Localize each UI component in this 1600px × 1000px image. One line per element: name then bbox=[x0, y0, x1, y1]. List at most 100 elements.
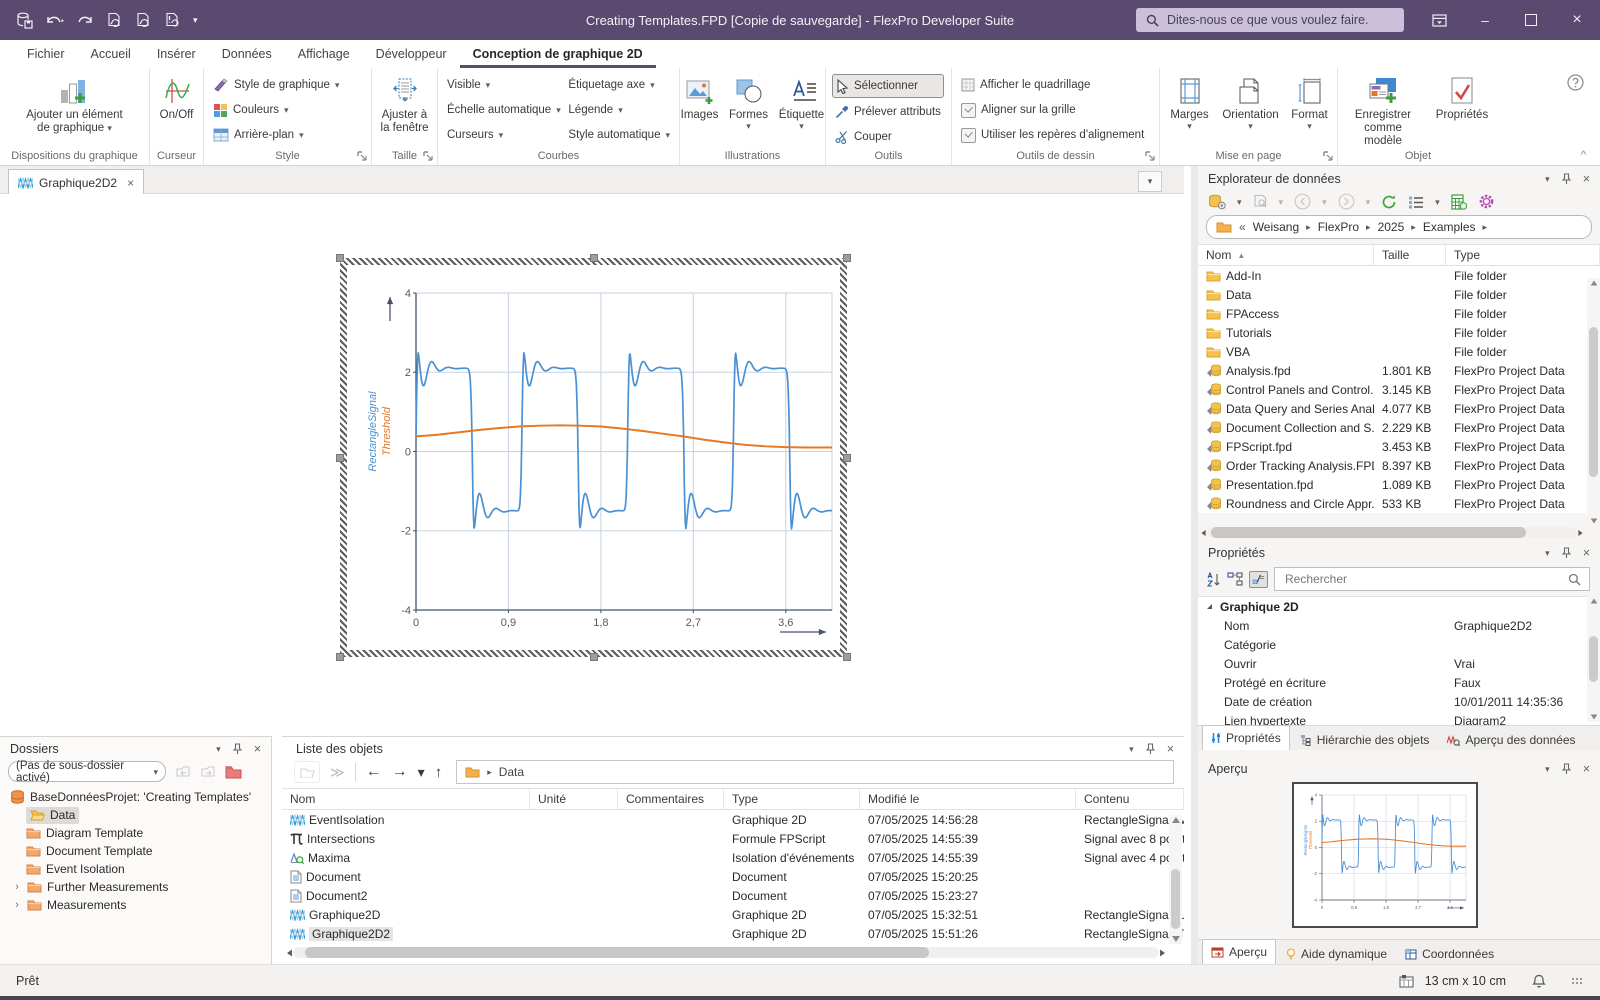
explorer-path-bar[interactable]: « Weisang▸FlexPro▸2025▸Examples▸ bbox=[1206, 215, 1592, 239]
refresh-object-icon[interactable] bbox=[106, 12, 123, 29]
close-document-icon[interactable]: × bbox=[127, 176, 134, 190]
object-row[interactable]: MaximaIsolation d'événements07/05/2025 1… bbox=[282, 848, 1184, 867]
auto-scale-button[interactable]: Échelle automatique▾ bbox=[444, 99, 565, 121]
indexing-icon[interactable] bbox=[1451, 194, 1467, 210]
pin-icon[interactable] bbox=[1146, 743, 1155, 755]
chart-style-button[interactable]: Style de graphique▾ bbox=[210, 74, 342, 96]
property-value[interactable]: Diagram2 bbox=[1450, 714, 1600, 726]
axis-labeling-button[interactable]: Étiquetage axe▾ bbox=[565, 74, 673, 96]
col-commentaires[interactable]: Commentaires bbox=[618, 789, 724, 809]
explorer-row[interactable]: Control Panels and Control...3.145 KBFle… bbox=[1198, 380, 1600, 399]
property-row[interactable]: OuvrirVrai bbox=[1198, 654, 1600, 673]
pick-attributes-button[interactable]: Prélever attributs bbox=[832, 101, 944, 123]
folder-item-document-template[interactable]: Document Template bbox=[0, 842, 271, 860]
chart-preview-thumbnail[interactable]: -4-202400,91,82,73,6RectangleSignalThres… bbox=[1292, 782, 1478, 928]
explorer-vscrollbar[interactable] bbox=[1587, 278, 1600, 526]
document-tab-graphique2d2[interactable]: Graphique2D2 × bbox=[8, 169, 144, 195]
style-dialog-launcher-icon[interactable] bbox=[357, 151, 368, 162]
close-panel-icon[interactable]: × bbox=[1583, 762, 1590, 776]
selected-folder[interactable]: Data bbox=[26, 807, 79, 824]
close-panel-icon[interactable]: × bbox=[1583, 546, 1590, 560]
resize-handle-s[interactable] bbox=[590, 653, 598, 661]
folder-item-event-isolation[interactable]: Event Isolation bbox=[0, 860, 271, 878]
dessin-dialog-launcher-icon[interactable] bbox=[1145, 151, 1156, 162]
resize-handle-nw[interactable] bbox=[336, 254, 344, 262]
cursor-onoff-button[interactable]: On/Off bbox=[143, 73, 211, 124]
expand-chevron-icon[interactable]: › bbox=[12, 881, 22, 893]
object-row[interactable]: EventIsolationGraphique 2D07/05/2025 14:… bbox=[282, 810, 1184, 829]
property-row[interactable]: Lien hypertexteDiagram2 bbox=[1198, 711, 1600, 725]
explorer-row[interactable]: FPAccessFile folder bbox=[1198, 304, 1600, 323]
pin-icon[interactable] bbox=[1562, 547, 1571, 559]
select-button[interactable]: Sélectionner bbox=[832, 74, 944, 98]
property-value[interactable]: Vrai bbox=[1450, 657, 1600, 671]
folder-item-diagram-template[interactable]: Diagram Template bbox=[0, 824, 271, 842]
tell-me-search[interactable]: Dites-nous ce que vous voulez faire. bbox=[1136, 8, 1404, 32]
resize-grip[interactable] bbox=[1572, 978, 1582, 984]
document-canvas[interactable]: -4-202400,91,82,73,6RectangleSignalThres… bbox=[0, 194, 1184, 730]
resize-handle-se[interactable] bbox=[843, 653, 851, 661]
fit-to-window-button[interactable]: Ajuster àla fenêtre bbox=[371, 73, 439, 137]
nav-up-icon[interactable]: ↑ bbox=[435, 764, 443, 781]
expand-all-icon[interactable]: ≫ bbox=[330, 764, 345, 781]
refresh-icon[interactable] bbox=[1381, 194, 1397, 210]
label-button[interactable]: Étiquette ▾ bbox=[775, 73, 829, 132]
explorer-row[interactable]: Presentation.fpd1.089 KBFlexPro Project … bbox=[1198, 475, 1600, 494]
subfolder-select[interactable]: (Pas de sous-dossier activé)▾ bbox=[8, 761, 166, 782]
taille-dialog-launcher-icon[interactable] bbox=[423, 151, 434, 162]
folder-item-further-measurements[interactable]: ›Further Measurements bbox=[0, 878, 271, 896]
forward-circle-icon[interactable] bbox=[1338, 193, 1355, 210]
legend-button[interactable]: Légende▾ bbox=[565, 99, 673, 121]
save-as-template-button[interactable]: Enregistrercomme modèle bbox=[1342, 73, 1424, 150]
new-folder-icon[interactable] bbox=[225, 765, 242, 779]
add-chart-element-button[interactable]: Ajouter un élémentde graphique ▾ bbox=[20, 73, 129, 137]
explorer-row[interactable]: Analysis.fpd1.801 KBFlexPro Project Data bbox=[1198, 361, 1600, 380]
col-type[interactable]: Type bbox=[724, 789, 860, 809]
tab-developpeur[interactable]: Développeur bbox=[363, 47, 460, 68]
toggle-description-icon[interactable] bbox=[1249, 571, 1268, 588]
margins-button[interactable]: Marges ▾ bbox=[1164, 73, 1216, 132]
ribbon-display-options-icon[interactable] bbox=[1416, 0, 1462, 40]
property-value[interactable]: Faux bbox=[1450, 676, 1600, 690]
pin-icon[interactable] bbox=[1562, 173, 1571, 185]
pin-icon[interactable] bbox=[233, 743, 242, 755]
col-modifie[interactable]: Modifié le bbox=[860, 789, 1076, 809]
property-row[interactable]: NomGraphique2D2 bbox=[1198, 616, 1600, 635]
path-segment-2025[interactable]: 2025 bbox=[1378, 220, 1405, 234]
property-value[interactable]: Graphique2D2 bbox=[1450, 619, 1600, 633]
explorer-row[interactable]: DataFile folder bbox=[1198, 285, 1600, 304]
explorer-row[interactable]: TutorialsFile folder bbox=[1198, 323, 1600, 342]
panel-menu-icon[interactable]: ▾ bbox=[216, 745, 221, 753]
maximize-button[interactable] bbox=[1508, 0, 1554, 40]
tab-affichage[interactable]: Affichage bbox=[285, 47, 363, 68]
tab-coordonnees[interactable]: Coordonnées bbox=[1397, 944, 1502, 964]
chart-selection-frame[interactable]: -4-202400,91,82,73,6RectangleSignalThres… bbox=[340, 258, 847, 657]
document-list-dropdown[interactable]: ▾ bbox=[1138, 171, 1162, 192]
nav-back-icon[interactable]: ← bbox=[366, 763, 382, 781]
property-row[interactable]: Date de création10/01/2011 14:35:36 bbox=[1198, 692, 1600, 711]
objects-vscrollbar[interactable] bbox=[1169, 815, 1182, 944]
nav-history-icon[interactable]: ▾ bbox=[418, 768, 425, 776]
tab-donnees[interactable]: Données bbox=[209, 47, 285, 68]
collapse-triangle-icon[interactable] bbox=[1206, 603, 1214, 611]
breadcrumb-folder[interactable]: Data bbox=[499, 765, 524, 779]
tab-accueil[interactable]: Accueil bbox=[78, 47, 144, 68]
background-button[interactable]: Arrière-plan▾ bbox=[210, 124, 342, 146]
object-row[interactable]: Graphique2DGraphique 2D07/05/2025 15:32:… bbox=[282, 905, 1184, 924]
minimize-button[interactable]: – bbox=[1462, 0, 1508, 40]
save-database-icon[interactable] bbox=[16, 12, 33, 29]
object-row[interactable]: IntersectionsFormule FPScript07/05/2025 … bbox=[282, 829, 1184, 848]
pin-icon[interactable] bbox=[1562, 763, 1571, 775]
object-breadcrumb[interactable]: ▸ Data bbox=[456, 760, 1174, 784]
filter-menu-icon[interactable]: ▾ bbox=[1279, 198, 1284, 206]
help-icon[interactable] bbox=[1567, 74, 1584, 91]
colors-button[interactable]: Couleurs▾ bbox=[210, 99, 342, 121]
visible-button[interactable]: Visible▾ bbox=[444, 74, 565, 96]
explorer-row[interactable]: Document Collection and S...2.229 KBFlex… bbox=[1198, 418, 1600, 437]
path-segment-flexpro[interactable]: FlexPro bbox=[1318, 220, 1359, 234]
collapse-ribbon-icon[interactable]: ^ bbox=[1581, 149, 1586, 161]
tab-fichier[interactable]: Fichier bbox=[14, 47, 78, 68]
property-row[interactable]: Protégé en écritureFaux bbox=[1198, 673, 1600, 692]
resize-handle-w[interactable] bbox=[336, 454, 344, 462]
folder-item-data[interactable]: Data bbox=[0, 806, 271, 824]
